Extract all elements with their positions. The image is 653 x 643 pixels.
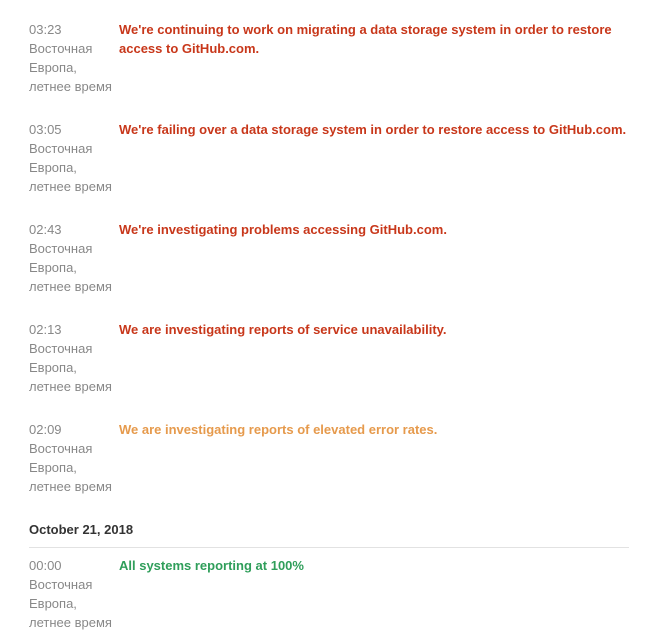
entry-time-value: 03:23 [29,22,62,37]
entry-time-value: 02:09 [29,422,62,437]
entry-time: 02:43 Восточная Европа, летнее время [29,220,117,296]
status-history: 03:23 Восточная Европа, летнее время We'… [0,0,653,643]
entry-timezone: Восточная Европа, летнее время [29,441,112,494]
date-divider [29,547,629,548]
entry-time-value: 02:43 [29,222,62,237]
entry-time: 00:00 Восточная Европа, летнее время [29,556,117,632]
entry-timezone: Восточная Европа, летнее время [29,241,112,294]
entry-timezone: Восточная Европа, летнее время [29,577,112,630]
entry-message: We are investigating reports of service … [119,322,447,337]
entry-message: We're continuing to work on migrating a … [119,22,612,56]
entry-time-value: 02:13 [29,322,62,337]
entry-message: We are investigating reports of elevated… [119,422,438,437]
entry-time-value: 03:05 [29,122,62,137]
entry-time-value: 00:00 [29,558,62,573]
entry-timezone: Восточная Европа, летнее время [29,341,112,394]
entry-timezone: Восточная Европа, летнее время [29,41,112,94]
date-heading: October 21, 2018 [29,522,134,537]
entry-timezone: Восточная Европа, летнее время [29,141,112,194]
entry-time: 02:09 Восточная Европа, летнее время [29,420,117,496]
entry-time: 02:13 Восточная Европа, летнее время [29,320,117,396]
entry-time: 03:05 Восточная Европа, летнее время [29,120,117,196]
entry-message: We're investigating problems accessing G… [119,222,447,237]
entry-time: 03:23 Восточная Европа, летнее время [29,20,117,96]
entry-message: All systems reporting at 100% [119,558,304,573]
entry-message: We're failing over a data storage system… [119,122,627,137]
